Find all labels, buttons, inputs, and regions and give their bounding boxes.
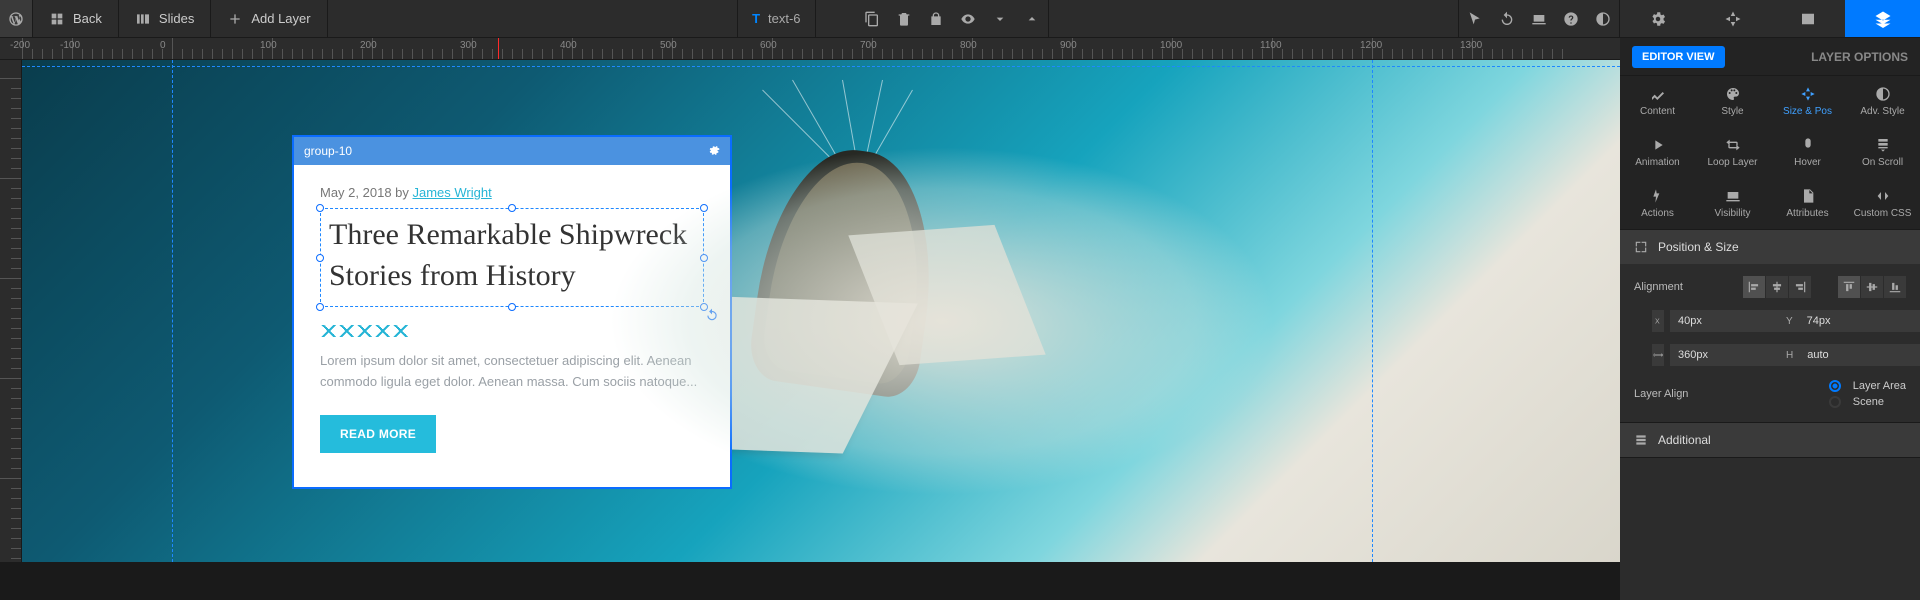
subtab-visibility[interactable]: Visibility <box>1695 178 1770 229</box>
selected-layer-name: text-6 <box>768 11 801 26</box>
panel-tab-navigation[interactable] <box>1695 0 1770 37</box>
wordpress-icon[interactable] <box>0 0 32 37</box>
delete-icon[interactable] <box>888 0 920 37</box>
resize-handle[interactable] <box>316 254 324 262</box>
contrast-icon[interactable] <box>1587 0 1619 37</box>
align-bottom[interactable] <box>1884 276 1906 298</box>
group-gear-icon[interactable] <box>708 144 720 159</box>
h-label: H <box>1786 344 1793 366</box>
rotate-handle[interactable] <box>705 308 719 322</box>
selected-layer-chip[interactable]: T text-6 <box>738 0 814 37</box>
read-more-button[interactable]: READ MORE <box>320 415 436 453</box>
subtab-loop[interactable]: Loop Layer <box>1695 127 1770 178</box>
subtab-style[interactable]: Style <box>1695 76 1770 127</box>
subtab-content[interactable]: Content <box>1620 76 1695 127</box>
guide-vertical[interactable] <box>172 60 173 562</box>
section-position-size[interactable]: Position & Size <box>1620 230 1920 264</box>
w-field <box>1652 344 1772 366</box>
slides-button[interactable]: Slides <box>119 0 210 37</box>
layer-align-label: Layer Align <box>1634 388 1821 400</box>
add-layer-button[interactable]: Add Layer <box>211 0 326 37</box>
subtab-hover[interactable]: Hover <box>1770 127 1845 178</box>
v-align-group <box>1837 276 1906 298</box>
editor-view-badge[interactable]: EDITOR VIEW <box>1632 46 1725 68</box>
ruler-playhead <box>498 38 499 59</box>
editor-canvas[interactable]: group-10 May 2, 2018 by James Wright Thr… <box>22 60 1620 562</box>
section-additional[interactable]: Additional <box>1620 423 1920 457</box>
h-field: H <box>1786 344 1906 366</box>
layer-subtabs: Content Style Size & Pos Adv. Style Anim… <box>1620 76 1920 230</box>
layer-align-scene[interactable]: Scene <box>1829 394 1906 410</box>
selected-text-layer[interactable]: Three Remarkable Shipwreck Stories from … <box>320 208 704 307</box>
duplicate-icon[interactable] <box>856 0 888 37</box>
resize-handle[interactable] <box>700 204 708 212</box>
subtab-adv-style[interactable]: Adv. Style <box>1845 76 1920 127</box>
undo-icon[interactable] <box>1491 0 1523 37</box>
panel-tab-media[interactable] <box>1770 0 1845 37</box>
chevron-down-icon[interactable] <box>984 0 1016 37</box>
h-align-group <box>1742 276 1811 298</box>
resize-handle[interactable] <box>316 204 324 212</box>
svg-text:X: X <box>1655 319 1660 326</box>
post-date-by: May 2, 2018 by <box>320 185 413 200</box>
alignment-label: Alignment <box>1634 281 1734 293</box>
subtab-attributes[interactable]: Attributes <box>1770 178 1845 229</box>
align-left[interactable] <box>1743 276 1765 298</box>
x-field: X <box>1652 310 1772 332</box>
panel-tab-settings[interactable] <box>1620 0 1695 37</box>
panel-tab-layers[interactable] <box>1845 0 1920 37</box>
post-meta: May 2, 2018 by James Wright <box>320 185 704 200</box>
layer-options-label[interactable]: LAYER OPTIONS <box>1811 50 1908 64</box>
h-input[interactable] <box>1799 344 1920 366</box>
top-toolbar: Back Slides Add Layer T text-6 <box>0 0 1920 38</box>
y-field: Y <box>1786 310 1906 332</box>
horizontal-ruler: -200 -100 0 100 200 300 400 500 600 700 … <box>0 38 1620 60</box>
subtab-custom-css[interactable]: Custom CSS <box>1845 178 1920 229</box>
visibility-icon[interactable] <box>952 0 984 37</box>
post-excerpt: Lorem ipsum dolor sit amet, consectetuer… <box>320 351 704 393</box>
back-label: Back <box>73 11 102 26</box>
group-header[interactable]: group-10 <box>294 137 730 165</box>
right-panel: EDITOR VIEW LAYER OPTIONS Content Style … <box>1620 38 1920 600</box>
align-top[interactable] <box>1838 276 1860 298</box>
align-right[interactable] <box>1789 276 1811 298</box>
text-type-icon: T <box>752 11 760 26</box>
layer-group[interactable]: group-10 May 2, 2018 by James Wright Thr… <box>292 135 732 489</box>
y-input[interactable] <box>1799 310 1920 332</box>
w-label <box>1652 344 1664 366</box>
subtab-onscroll[interactable]: On Scroll <box>1845 127 1920 178</box>
post-title[interactable]: Three Remarkable Shipwreck Stories from … <box>329 215 695 296</box>
align-middle[interactable] <box>1861 276 1883 298</box>
y-label: Y <box>1786 310 1793 332</box>
resize-handle[interactable] <box>700 254 708 262</box>
subtab-size-pos[interactable]: Size & Pos <box>1770 76 1845 127</box>
cursor-icon[interactable] <box>1459 0 1491 37</box>
back-button[interactable]: Back <box>33 0 118 37</box>
guide-vertical[interactable] <box>1372 60 1373 562</box>
resize-handle[interactable] <box>508 204 516 212</box>
layer-align-area[interactable]: Layer Area <box>1829 378 1906 394</box>
x-label: X <box>1652 310 1664 332</box>
marker-icon[interactable] <box>1016 0 1048 37</box>
slides-label: Slides <box>159 11 194 26</box>
preview-icon[interactable] <box>1523 0 1555 37</box>
author-link[interactable]: James Wright <box>413 185 492 200</box>
group-label: group-10 <box>304 144 352 158</box>
divider-decoration <box>320 325 410 337</box>
help-icon[interactable] <box>1555 0 1587 37</box>
subtab-actions[interactable]: Actions <box>1620 178 1695 229</box>
resize-handle[interactable] <box>508 303 516 311</box>
align-center[interactable] <box>1766 276 1788 298</box>
add-layer-label: Add Layer <box>251 11 310 26</box>
subtab-animation[interactable]: Animation <box>1620 127 1695 178</box>
resize-handle[interactable] <box>316 303 324 311</box>
lock-icon[interactable] <box>920 0 952 37</box>
vertical-ruler <box>0 60 22 562</box>
guide-horizontal[interactable] <box>22 66 1620 67</box>
